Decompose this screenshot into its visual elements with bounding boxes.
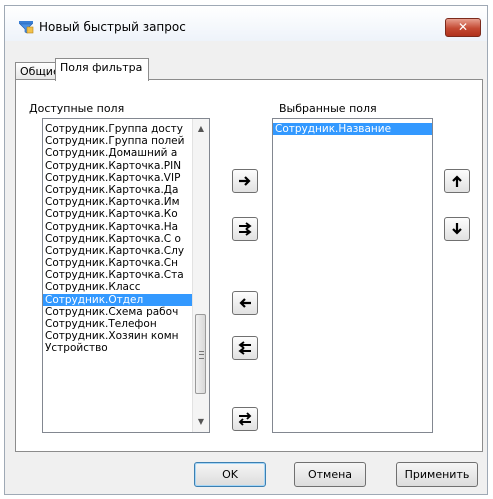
title-bar[interactable]: Новый быстрый запрос ✕: [5, 6, 487, 41]
double-arrow-left-icon: [238, 341, 251, 355]
list-item[interactable]: Сотрудник.Группа досту: [43, 123, 193, 135]
apply-button[interactable]: Применить: [396, 462, 478, 487]
available-items-container: Сотрудник.Группа досту Сотрудник.Группа п…: [43, 123, 193, 355]
available-fields-label: Доступные поля: [29, 102, 125, 115]
scroll-down-arrow-icon[interactable]: ▼: [193, 414, 209, 430]
list-item[interactable]: Сотрудник.Карточка.Да: [43, 184, 193, 196]
swap-button[interactable]: [232, 407, 258, 431]
list-item[interactable]: Сотрудник.Схема рабоч: [43, 306, 193, 318]
list-item[interactable]: Сотрудник.Отдел: [43, 293, 193, 306]
selected-fields-label: Выбранные поля: [279, 102, 377, 115]
cancel-button[interactable]: Отмена: [294, 462, 366, 487]
selected-fields-list[interactable]: Сотрудник.Название: [272, 118, 433, 433]
ok-button[interactable]: OK: [194, 462, 266, 487]
double-arrow-right-icon: [239, 222, 252, 236]
list-item[interactable]: Сотрудник.Карточка.На: [43, 221, 193, 233]
add-one-button[interactable]: [232, 169, 258, 193]
list-item[interactable]: Сотрудник.Группа полей: [43, 135, 193, 147]
scrollbar-thumb[interactable]: [195, 314, 206, 394]
filter-fields-panel: Доступные поля Выбранные поля Сотрудник.…: [15, 79, 483, 452]
list-item[interactable]: Сотрудник.Карточка.С о: [43, 233, 193, 245]
list-item[interactable]: Сотрудник.Класс: [43, 281, 193, 293]
list-item[interactable]: Сотрудник.Название: [273, 123, 432, 136]
scroll-up-arrow-icon[interactable]: ▲: [193, 121, 209, 137]
list-item[interactable]: Сотрудник.Телефон: [43, 318, 193, 330]
move-down-button[interactable]: [444, 217, 470, 241]
remove-one-button[interactable]: [232, 291, 258, 315]
arrow-left-icon: [239, 298, 251, 308]
add-all-button[interactable]: [232, 217, 258, 241]
list-item[interactable]: Сотрудник.Карточка.Слу: [43, 245, 193, 257]
list-item[interactable]: Сотрудник.Карточка.Им: [43, 196, 193, 208]
swap-arrows-icon: [238, 412, 252, 426]
list-item[interactable]: Сотрудник.Карточка.PIN: [43, 160, 193, 172]
move-up-button[interactable]: [444, 169, 470, 193]
list-item[interactable]: Сотрудник.Карточка.Ко: [43, 208, 193, 220]
available-list-scrollbar[interactable]: ▲ ▼: [192, 119, 209, 432]
scroll-grip-icon: [199, 351, 204, 359]
list-item[interactable]: Сотрудник.Карточка.Ста: [43, 269, 193, 281]
selected-items-container: Сотрудник.Название: [273, 123, 432, 136]
remove-all-button[interactable]: [232, 336, 258, 360]
dialog-window: Новый быстрый запрос ✕ Общие Поля фильтр…: [4, 5, 488, 495]
list-item[interactable]: Сотрудник.Хозяин комн: [43, 330, 193, 342]
arrow-up-icon: [452, 175, 462, 187]
query-funnel-icon: [19, 21, 34, 34]
close-button[interactable]: ✕: [445, 18, 481, 37]
arrow-right-icon: [239, 176, 251, 186]
list-item[interactable]: Сотрудник.Карточка.VIP: [43, 172, 193, 184]
available-fields-list[interactable]: Сотрудник.Группа досту Сотрудник.Группа п…: [42, 118, 210, 433]
window-title: Новый быстрый запрос: [39, 20, 186, 34]
arrow-down-icon: [452, 223, 462, 235]
tab-general-label: Общие: [20, 65, 60, 78]
list-item[interactable]: Устройство: [43, 342, 193, 354]
close-icon: ✕: [457, 20, 469, 34]
tab-filter-fields[interactable]: Поля фильтра: [55, 58, 149, 81]
tab-filter-fields-label: Поля фильтра: [60, 61, 143, 74]
list-item[interactable]: Сотрудник.Домашний а: [43, 147, 193, 159]
list-item[interactable]: Сотрудник.Карточка.Сн: [43, 257, 193, 269]
